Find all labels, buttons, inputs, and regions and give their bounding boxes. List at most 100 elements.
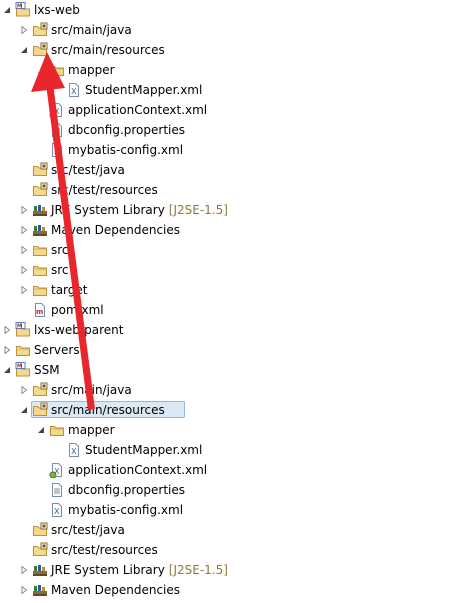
collapse-arrow-icon[interactable] bbox=[20, 586, 28, 594]
tree-item[interactable]: X StudentMapper.xml bbox=[0, 440, 453, 460]
svg-text:J: J bbox=[20, 364, 22, 370]
maven-project-icon: MJ bbox=[15, 362, 31, 378]
source-folder-icon bbox=[32, 22, 48, 38]
collapse-arrow-icon[interactable] bbox=[20, 246, 28, 254]
tree-item[interactable]: src/main/resources bbox=[0, 40, 453, 60]
tree-item-label: dbconfig.properties bbox=[68, 482, 185, 498]
tree-item-label: mapper bbox=[68, 422, 115, 438]
maven-pom-icon: m bbox=[32, 302, 48, 318]
tree-item-text: mybatis-config.xml bbox=[68, 503, 184, 517]
tree-item[interactable]: src/test/resources bbox=[0, 180, 453, 200]
collapse-arrow-icon[interactable] bbox=[20, 226, 28, 234]
tree-item[interactable]: Servers bbox=[0, 340, 453, 360]
tree-item-decoration: [J2SE-1.5] bbox=[168, 563, 228, 577]
tree-item-label: pom.xml bbox=[51, 302, 104, 318]
tree-item-text: pom.xml bbox=[51, 303, 104, 317]
tree-item[interactable]: Xmybatis-config.xml bbox=[0, 140, 453, 160]
tree-item[interactable]: JRE System Library [J2SE-1.5] bbox=[0, 560, 453, 580]
tree-item[interactable]: JRE System Library [J2SE-1.5] bbox=[0, 200, 453, 220]
svg-text:X: X bbox=[71, 87, 77, 96]
spring-xml-icon: X bbox=[49, 102, 65, 118]
expand-arrow-icon[interactable] bbox=[20, 406, 28, 414]
tree-item-label: dbconfig.properties bbox=[68, 122, 185, 138]
maven-project-icon: MJ bbox=[15, 2, 31, 18]
maven-project-icon: MJ bbox=[15, 322, 31, 338]
tree-item-label: Maven Dependencies bbox=[51, 222, 180, 238]
tree-item-label: src/test/resources bbox=[51, 182, 158, 198]
tree-item[interactable]: M J SSM bbox=[0, 360, 453, 380]
svg-text:X: X bbox=[54, 147, 60, 156]
expand-arrow-icon[interactable] bbox=[37, 426, 45, 434]
expand-arrow-icon[interactable] bbox=[3, 6, 11, 14]
tree-item-label: JRE System Library [J2SE-1.5] bbox=[51, 562, 228, 578]
expand-arrow-icon[interactable] bbox=[20, 46, 28, 54]
tree-item[interactable]: src bbox=[0, 240, 453, 260]
tree-item-label: src bbox=[51, 262, 69, 278]
tree-item-text: src/test/java bbox=[51, 523, 125, 537]
tree-item-text: Maven Dependencies bbox=[51, 583, 181, 597]
tree-item[interactable]: src/main/java bbox=[0, 380, 453, 400]
tree-item[interactable]: M Jlxs-web-parent bbox=[0, 320, 453, 340]
collapse-arrow-icon[interactable] bbox=[20, 386, 28, 394]
tree-item[interactable]: src/main/resources bbox=[0, 400, 453, 420]
tree-item-label: StudentMapper.xml bbox=[85, 442, 202, 458]
tree-item[interactable]: XapplicationContext.xml bbox=[0, 100, 453, 120]
collapse-arrow-icon[interactable] bbox=[20, 566, 28, 574]
tree-item[interactable]: dbconfig.properties bbox=[0, 480, 453, 500]
tree-item-label: target bbox=[51, 282, 88, 298]
collapse-arrow-icon[interactable] bbox=[20, 206, 28, 214]
tree-item[interactable]: dbconfig.properties bbox=[0, 120, 453, 140]
tree-item[interactable]: src/main/java bbox=[0, 20, 453, 40]
collapse-arrow-icon[interactable] bbox=[20, 26, 28, 34]
tree-item[interactable]: mapper bbox=[0, 60, 453, 80]
folder-icon bbox=[49, 422, 65, 438]
tree-item-label: src/main/resources bbox=[51, 402, 165, 418]
tree-item[interactable]: src bbox=[0, 260, 453, 280]
collapse-arrow-icon[interactable] bbox=[20, 286, 28, 294]
tree-item-label: src bbox=[51, 242, 69, 258]
tree-item-text: JRE System Library bbox=[51, 563, 165, 577]
tree-item-label: src/test/resources bbox=[51, 542, 158, 558]
tree-item-text: src/test/java bbox=[51, 163, 125, 177]
folder-icon bbox=[32, 262, 48, 278]
tree-item[interactable]: src/test/java bbox=[0, 520, 453, 540]
tree-item[interactable]: XapplicationContext.xml bbox=[0, 460, 453, 480]
expand-arrow-icon[interactable] bbox=[37, 66, 45, 74]
source-folder-icon bbox=[32, 182, 48, 198]
tree-item-label: JRE System Library [J2SE-1.5] bbox=[51, 202, 228, 218]
tree-item[interactable]: Maven Dependencies bbox=[0, 580, 453, 600]
spring-xml-icon: X bbox=[49, 462, 65, 478]
tree-item-text: applicationContext.xml bbox=[68, 103, 208, 117]
tree-item-label: src/main/resources bbox=[51, 42, 165, 58]
library-icon bbox=[32, 222, 48, 238]
properties-file-icon bbox=[49, 122, 65, 138]
svg-text:J: J bbox=[20, 324, 22, 330]
tree-item[interactable]: mapper bbox=[0, 420, 453, 440]
tree-item-label: applicationContext.xml bbox=[68, 462, 207, 478]
tree-item-text: StudentMapper.xml bbox=[85, 83, 203, 97]
folder-icon bbox=[49, 62, 65, 78]
tree-item-text: mybatis-config.xml bbox=[68, 143, 184, 157]
tree-item-text: src/main/java bbox=[51, 23, 132, 37]
tree-item[interactable]: target bbox=[0, 280, 453, 300]
collapse-arrow-icon[interactable] bbox=[3, 326, 11, 334]
tree-item-text: dbconfig.properties bbox=[68, 123, 186, 137]
expand-arrow-icon[interactable] bbox=[3, 366, 11, 374]
tree-item[interactable]: Xmybatis-config.xml bbox=[0, 500, 453, 520]
tree-item[interactable]: src/test/java bbox=[0, 160, 453, 180]
tree-item[interactable]: X StudentMapper.xml bbox=[0, 80, 453, 100]
tree-item[interactable]: src/test/resources bbox=[0, 540, 453, 560]
collapse-arrow-icon[interactable] bbox=[3, 346, 11, 354]
tree-item[interactable]: m pom.xml bbox=[0, 300, 453, 320]
tree-item[interactable]: M Jlxs-web bbox=[0, 0, 453, 20]
tree-item-text: Servers bbox=[34, 343, 80, 357]
tree-item-text: src/main/resources bbox=[51, 403, 165, 417]
tree-item-text: lxs-web bbox=[34, 3, 80, 17]
tree-item[interactable]: Maven Dependencies bbox=[0, 220, 453, 240]
tree-item-label: lxs-web bbox=[34, 2, 80, 18]
xml-file-icon: X bbox=[66, 442, 82, 458]
collapse-arrow-icon[interactable] bbox=[20, 266, 28, 274]
tree-item-label: mybatis-config.xml bbox=[68, 502, 183, 518]
tree-item-label: mybatis-config.xml bbox=[68, 142, 183, 158]
tree-item-text: lxs-web-parent bbox=[34, 323, 124, 337]
